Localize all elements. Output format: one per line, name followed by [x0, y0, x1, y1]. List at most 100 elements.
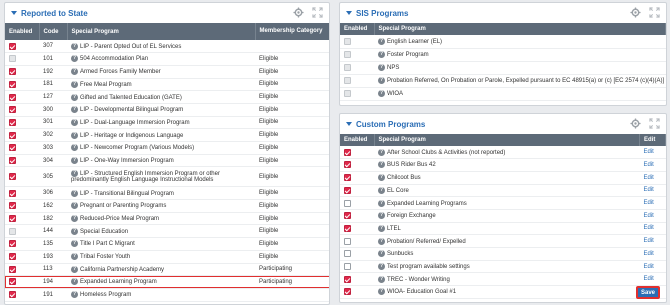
enabled-checkbox[interactable] [344, 262, 351, 270]
enabled-checkbox[interactable] [344, 89, 351, 97]
gear-icon[interactable] [630, 7, 641, 18]
col-edit[interactable]: Edit [639, 134, 666, 146]
enabled-checkbox[interactable] [344, 76, 351, 84]
edit-link[interactable]: Edit [644, 149, 654, 155]
edit-link[interactable]: Edit [644, 187, 654, 193]
help-icon[interactable]: ? [71, 42, 78, 50]
edit-link[interactable]: Edit [644, 162, 654, 168]
enabled-checkbox[interactable] [9, 173, 16, 181]
col-enabled[interactable]: Enabled [5, 23, 40, 40]
col-special-program[interactable]: Special Program [374, 23, 666, 35]
help-icon[interactable]: ? [71, 93, 78, 101]
help-icon[interactable]: ? [71, 215, 78, 223]
enabled-checkbox[interactable] [9, 131, 16, 139]
enabled-checkbox[interactable] [344, 288, 351, 296]
save-button[interactable]: Save [636, 286, 660, 299]
help-icon[interactable]: ? [71, 55, 78, 63]
enabled-checkbox[interactable] [9, 156, 16, 164]
enabled-checkbox[interactable] [9, 55, 16, 63]
help-icon[interactable]: ? [71, 253, 78, 261]
enabled-checkbox[interactable] [344, 161, 351, 169]
help-icon[interactable]: ? [71, 291, 78, 299]
edit-link[interactable]: Edit [644, 238, 654, 244]
gear-icon[interactable] [293, 7, 304, 18]
edit-link[interactable]: Edit [644, 213, 654, 219]
custom-panel-toggle[interactable]: Custom Programs [346, 120, 425, 129]
help-icon[interactable]: ? [71, 118, 78, 126]
help-icon[interactable]: ? [378, 250, 385, 258]
enabled-checkbox[interactable] [9, 227, 16, 235]
enabled-checkbox[interactable] [9, 93, 16, 101]
enabled-checkbox[interactable] [9, 189, 16, 197]
enabled-checkbox[interactable] [9, 265, 16, 273]
enabled-checkbox[interactable] [344, 50, 351, 58]
expand-icon[interactable] [649, 118, 660, 129]
help-icon[interactable]: ? [71, 240, 78, 248]
help-icon[interactable]: ? [71, 144, 78, 152]
enabled-checkbox[interactable] [344, 224, 351, 232]
reported-panel-toggle[interactable]: Reported to State [11, 9, 88, 18]
help-icon[interactable]: ? [71, 156, 78, 164]
enabled-checkbox[interactable] [344, 174, 351, 182]
help-icon[interactable]: ? [378, 89, 385, 97]
enabled-checkbox[interactable] [344, 63, 351, 71]
enabled-checkbox[interactable] [9, 106, 16, 114]
col-enabled[interactable]: Enabled [340, 134, 375, 146]
gear-icon[interactable] [630, 118, 641, 129]
col-enabled[interactable]: Enabled [340, 23, 375, 35]
help-icon[interactable]: ? [378, 63, 385, 71]
enabled-checkbox[interactable] [9, 202, 16, 210]
help-icon[interactable]: ? [71, 106, 78, 114]
enabled-checkbox[interactable] [9, 253, 16, 261]
enabled-checkbox[interactable] [9, 144, 16, 152]
help-icon[interactable]: ? [71, 189, 78, 197]
enabled-checkbox[interactable] [9, 42, 16, 50]
expand-icon[interactable] [649, 7, 660, 18]
enabled-checkbox[interactable] [344, 275, 351, 283]
enabled-checkbox[interactable] [344, 212, 351, 220]
help-icon[interactable]: ? [378, 50, 385, 58]
help-icon[interactable]: ? [378, 199, 385, 207]
help-icon[interactable]: ? [378, 37, 385, 45]
sis-panel-toggle[interactable]: SIS Programs [346, 9, 408, 18]
help-icon[interactable]: ? [378, 275, 385, 283]
help-icon[interactable]: ? [378, 237, 385, 245]
enabled-checkbox[interactable] [9, 80, 16, 88]
enabled-checkbox[interactable] [344, 186, 351, 194]
help-icon[interactable]: ? [378, 212, 385, 220]
enabled-checkbox[interactable] [9, 240, 16, 248]
col-membership-category[interactable]: Membership Category [255, 23, 329, 40]
help-icon[interactable]: ? [71, 202, 78, 210]
help-icon[interactable]: ? [378, 186, 385, 194]
edit-link[interactable]: Edit [644, 276, 654, 282]
enabled-checkbox[interactable] [344, 237, 351, 245]
help-icon[interactable]: ? [378, 288, 385, 296]
edit-link[interactable]: Edit [644, 251, 654, 257]
enabled-checkbox[interactable] [344, 148, 351, 156]
edit-link[interactable]: Edit [644, 264, 654, 270]
help-icon[interactable]: ? [71, 170, 78, 178]
expand-icon[interactable] [312, 7, 323, 18]
help-icon[interactable]: ? [71, 131, 78, 139]
enabled-checkbox[interactable] [9, 278, 16, 286]
enabled-checkbox[interactable] [344, 250, 351, 258]
edit-link[interactable]: Edit [644, 175, 654, 181]
help-icon[interactable]: ? [378, 174, 385, 182]
help-icon[interactable]: ? [71, 265, 78, 273]
help-icon[interactable]: ? [378, 262, 385, 270]
help-icon[interactable]: ? [378, 224, 385, 232]
enabled-checkbox[interactable] [9, 68, 16, 76]
enabled-checkbox[interactable] [9, 291, 16, 299]
help-icon[interactable]: ? [378, 148, 385, 156]
help-icon[interactable]: ? [71, 278, 78, 286]
col-code[interactable]: Code [39, 23, 68, 40]
help-icon[interactable]: ? [71, 80, 78, 88]
edit-link[interactable]: Edit [644, 200, 654, 206]
help-icon[interactable]: ? [378, 76, 385, 84]
enabled-checkbox[interactable] [344, 37, 351, 45]
help-icon[interactable]: ? [71, 68, 78, 76]
enabled-checkbox[interactable] [9, 215, 16, 223]
enabled-checkbox[interactable] [9, 118, 16, 126]
col-special-program[interactable]: Special Program [374, 134, 640, 146]
enabled-checkbox[interactable] [344, 199, 351, 207]
